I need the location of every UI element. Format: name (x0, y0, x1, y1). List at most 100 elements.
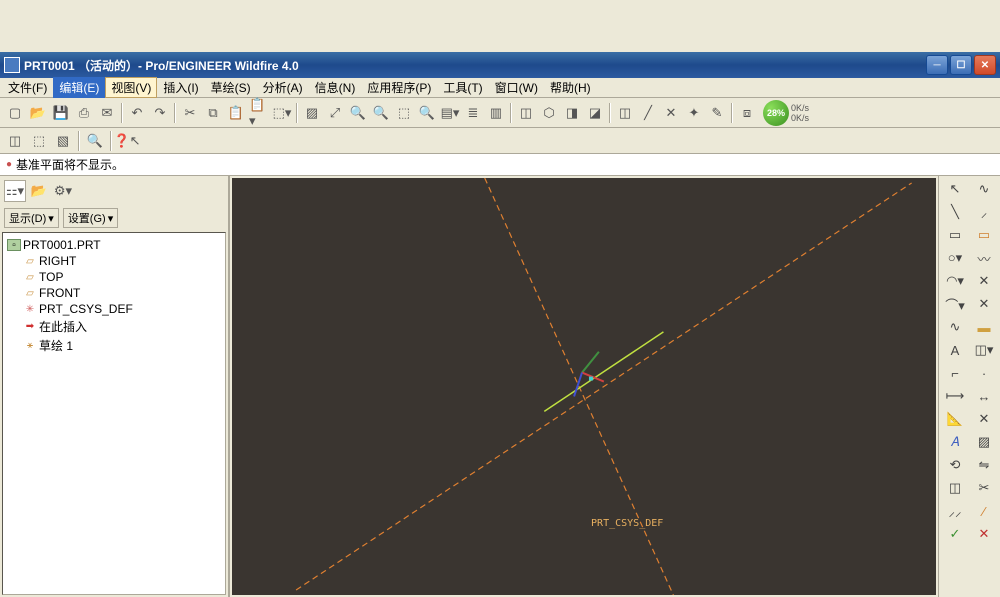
tree-item-csys[interactable]: ✳ PRT_CSYS_DEF (7, 301, 221, 317)
menu-info[interactable]: 信息(N) (309, 77, 362, 98)
email-icon[interactable]: ✉ (96, 102, 118, 124)
done-icon[interactable]: ✓ (941, 523, 969, 545)
tree-item-right[interactable]: ▱ RIGHT (7, 253, 221, 269)
display-style-icon[interactable]: ◫ (515, 102, 537, 124)
menu-analysis[interactable]: 分析(A) (257, 77, 309, 98)
chain-icon[interactable]: ⬚ (28, 130, 50, 152)
paste-icon[interactable]: 📋 (225, 102, 247, 124)
titlebar[interactable]: PRT0001 （活动的）- Pro/ENGINEER Wildfire 4.0… (0, 52, 1000, 78)
zoom-out-icon[interactable]: 🔍 (370, 102, 392, 124)
rectangle-icon[interactable]: ▭ (941, 224, 969, 246)
curve-icon[interactable]: ∿ (941, 316, 969, 338)
separator (296, 103, 298, 123)
dim-icon[interactable]: ⟼ (941, 385, 969, 407)
whats-this-icon[interactable]: ❓↖ (116, 130, 138, 152)
menu-tools[interactable]: 工具(T) (437, 77, 488, 98)
zoom-window-icon[interactable]: ⬚ (393, 102, 415, 124)
divide-icon[interactable]: ∕ (970, 500, 998, 522)
datum-point-icon[interactable]: ✕ (660, 102, 682, 124)
text2-icon[interactable]: 𝐴 (941, 431, 969, 453)
view-manager-icon[interactable]: ▥ (485, 102, 507, 124)
line-icon[interactable]: ╲ (941, 201, 969, 223)
chamfer-icon[interactable]: ✕ (970, 293, 998, 315)
arc-icon[interactable]: ◠▾ (941, 270, 969, 292)
hatch-icon[interactable]: ▨ (970, 431, 998, 453)
menu-help[interactable]: 帮助(H) (544, 77, 597, 98)
point-icon[interactable]: ✕ (970, 270, 998, 292)
annotation-icon[interactable]: ✎ (706, 102, 728, 124)
menu-insert[interactable]: 插入(I) (157, 77, 204, 98)
fillet-icon[interactable]: ⌒▾ (941, 293, 969, 315)
palette-icon[interactable]: ◫▾ (970, 339, 998, 361)
mirror2-icon[interactable]: ⇋ (970, 454, 998, 476)
trim-icon[interactable]: ✂ (970, 477, 998, 499)
menu-sketch[interactable]: 草绘(S) (205, 77, 257, 98)
line-chain-icon[interactable]: ∿ (970, 178, 998, 200)
menu-view[interactable]: 视图(V) (105, 77, 157, 98)
copy-icon[interactable]: ⧉ (202, 102, 224, 124)
modify-icon[interactable]: 📐 (941, 408, 969, 430)
ref-rectangle-icon[interactable]: ▭ (970, 224, 998, 246)
regenerate-icon[interactable]: ▨ (301, 102, 323, 124)
mirror-icon[interactable]: ⟲ (941, 454, 969, 476)
datum-csys-icon[interactable]: ✦ (683, 102, 705, 124)
new-icon[interactable]: ▢ (4, 102, 26, 124)
save-icon[interactable]: 💾 (50, 102, 72, 124)
tree-settings-icon[interactable]: ⚙▾ (52, 180, 74, 202)
tree-open-icon[interactable]: 📂 (28, 180, 50, 202)
cut-icon[interactable]: ✂ (179, 102, 201, 124)
select-icon[interactable]: ↖ (941, 178, 969, 200)
menu-edit[interactable]: 编辑(E) (53, 77, 105, 98)
shaded-icon[interactable]: ◪ (584, 102, 606, 124)
tree-item-insert-here[interactable]: ➡ 在此插入 (7, 317, 221, 336)
point2-icon[interactable]: · (970, 362, 998, 384)
wireframe-icon[interactable]: ⬡ (538, 102, 560, 124)
datum-axis-icon[interactable]: ╱ (637, 102, 659, 124)
display-dropdown[interactable]: 显示(D) ▾ (4, 208, 59, 228)
model-tree[interactable]: ▫ PRT0001.PRT ▱ RIGHT ▱ TOP ▱ FRONT (2, 232, 226, 595)
redo-icon[interactable]: ↷ (149, 102, 171, 124)
find-icon[interactable]: 🔍 (84, 130, 106, 152)
cancel-icon[interactable]: ✕ (970, 523, 998, 545)
bullet-icon: ● (6, 159, 12, 170)
tree-item-top[interactable]: ▱ TOP (7, 269, 221, 285)
tree-root[interactable]: ▫ PRT0001.PRT (7, 237, 221, 253)
open-icon[interactable]: 📂 (27, 102, 49, 124)
close-button[interactable]: ✕ (974, 55, 996, 75)
menubar: 文件(F) 编辑(E) 视图(V) 插入(I) 草绘(S) 分析(A) 信息(N… (0, 78, 1000, 98)
dim-ref-icon[interactable]: ↔ (970, 385, 998, 407)
text-icon[interactable]: A (941, 339, 969, 361)
surface-icon[interactable]: ▧ (52, 130, 74, 152)
centerline2-icon[interactable]: ⌐ (941, 362, 969, 384)
hidden-line-icon[interactable]: ◨ (561, 102, 583, 124)
selection-icon[interactable]: ⬚▾ (271, 102, 293, 124)
zoom-in-icon[interactable]: 🔍 (347, 102, 369, 124)
spline-icon[interactable]: 〰 (970, 247, 998, 269)
menu-applications[interactable]: 应用程序(P) (361, 77, 437, 98)
refit-icon[interactable]: ⤢ (324, 102, 346, 124)
centerline-icon[interactable]: ⸝ (970, 201, 998, 223)
3d-viewport[interactable]: PRT_CSYS_DEF (232, 178, 936, 595)
undo-icon[interactable]: ↶ (126, 102, 148, 124)
menu-file[interactable]: 文件(F) (2, 77, 53, 98)
datum-plane-icon[interactable]: ◫ (614, 102, 636, 124)
scale-icon[interactable]: ◫ (941, 477, 969, 499)
saved-view-icon[interactable]: ▤▾ (439, 102, 461, 124)
paste-special-icon[interactable]: 📋▾ (248, 102, 270, 124)
offset-edge-icon[interactable]: ▬ (970, 316, 998, 338)
select-mode-icon[interactable]: ◫ (4, 130, 26, 152)
orient-icon[interactable]: 🔍 (416, 102, 438, 124)
layers-icon[interactable]: ≣ (462, 102, 484, 124)
tree-filter-icon[interactable]: ⚏▾ (4, 180, 26, 202)
print-icon[interactable]: ⎙ (73, 102, 95, 124)
menu-window[interactable]: 窗口(W) (489, 77, 544, 98)
minimize-button[interactable]: ─ (926, 55, 948, 75)
extend-icon[interactable]: ⸝⸝ (941, 500, 969, 522)
settings-dropdown[interactable]: 设置(G) ▾ (63, 208, 118, 228)
model-tree-icon[interactable]: ⧈ (736, 102, 758, 124)
maximize-button[interactable]: ☐ (950, 55, 972, 75)
tree-item-sketch[interactable]: ⚹ 草绘 1 (7, 336, 221, 355)
tree-item-front[interactable]: ▱ FRONT (7, 285, 221, 301)
constraint-icon[interactable]: ✕ (970, 408, 998, 430)
circle-icon[interactable]: ○▾ (941, 247, 969, 269)
